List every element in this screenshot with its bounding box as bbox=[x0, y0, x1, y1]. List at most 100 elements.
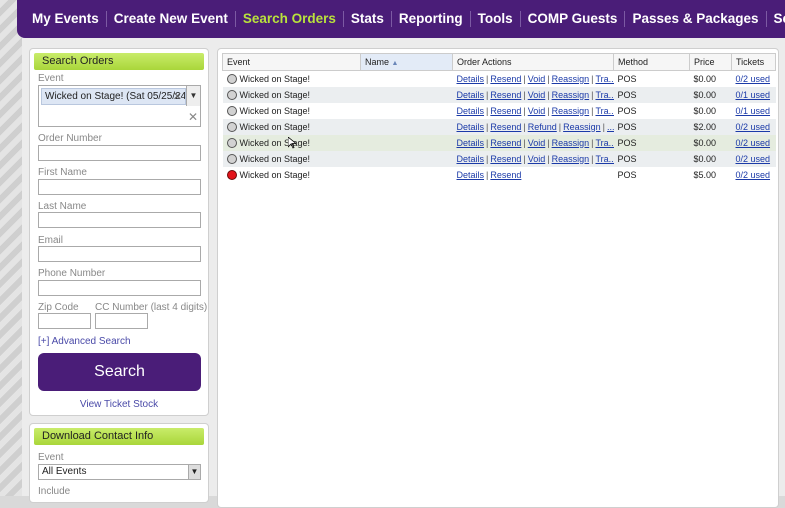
tickets-used-link[interactable]: 0/2 used bbox=[736, 74, 771, 84]
col-price[interactable]: Price bbox=[689, 53, 732, 71]
action-void-link[interactable]: Void bbox=[528, 90, 546, 100]
event-multiselect[interactable]: Wicked on Stage! (Sat 05/25/24 ✕ ▼ ✕ bbox=[38, 85, 201, 127]
download-event-label: Event bbox=[38, 452, 64, 463]
tickets-used-link[interactable]: 0/2 used bbox=[736, 154, 771, 164]
action-tra-link[interactable]: Tra... bbox=[595, 138, 613, 148]
action-resend-link[interactable]: Resend bbox=[490, 138, 521, 148]
col-order-actions[interactable]: Order Actions bbox=[452, 53, 614, 71]
action-details-link[interactable]: Details bbox=[457, 106, 485, 116]
search-button[interactable]: Search bbox=[38, 353, 201, 391]
cc-label: CC Number (last 4 digits) bbox=[95, 302, 208, 313]
include-label: Include bbox=[38, 486, 71, 497]
mouse-cursor-icon bbox=[288, 137, 296, 149]
event-name: Wicked on Stage! bbox=[239, 89, 311, 100]
panel-title: Search Orders bbox=[34, 53, 204, 70]
tickets-used-link[interactable]: 0/2 used bbox=[736, 122, 771, 132]
action-void-link[interactable]: Void bbox=[528, 106, 546, 116]
event-name: Wicked on Stage! bbox=[239, 153, 311, 164]
action-details-link[interactable]: Details bbox=[457, 170, 485, 180]
nav-item-search-orders[interactable]: Search Orders bbox=[236, 11, 344, 27]
table-row[interactable]: Wicked on Stage! Details | Resend | Void | Reas… bbox=[222, 134, 776, 151]
action-resend-link[interactable]: Resend bbox=[490, 170, 521, 180]
nav-item-stats[interactable]: Stats bbox=[344, 11, 392, 27]
action-details-link[interactable]: Details bbox=[457, 154, 485, 164]
tickets-used-link[interactable]: 0/1 used bbox=[736, 90, 771, 100]
email-field[interactable] bbox=[38, 246, 201, 262]
col-name[interactable]: Name ▲ bbox=[360, 53, 453, 71]
nav-item-comp-guests[interactable]: COMP Guests bbox=[521, 11, 626, 27]
action-tra-link[interactable]: Tra... bbox=[595, 154, 613, 164]
cell-event: Wicked on Stage! bbox=[222, 86, 361, 103]
cell-method: POS bbox=[617, 73, 637, 84]
nav-item-passes-packages[interactable]: Passes & Packages bbox=[625, 11, 767, 27]
action-resend-link[interactable]: Resend bbox=[490, 74, 521, 84]
dropdown-arrow-icon[interactable]: ▼ bbox=[186, 86, 200, 106]
action-void-link[interactable]: Void bbox=[528, 154, 546, 164]
action-tra-link[interactable]: Tra... bbox=[595, 74, 613, 84]
cc-field[interactable] bbox=[95, 313, 148, 329]
remove-chip-icon[interactable]: ✕ bbox=[173, 90, 182, 103]
cell-actions: Details|Resend|Void|Reassign|Tra... bbox=[452, 150, 614, 167]
orders-table: Event Name ▲ Order Actions Method Price … bbox=[222, 53, 776, 183]
action-details-link[interactable]: Details bbox=[457, 74, 485, 84]
action-void-link[interactable]: Void bbox=[528, 74, 546, 84]
first-name-label: First Name bbox=[38, 167, 87, 178]
action-tra-link[interactable]: Tra... bbox=[595, 106, 613, 116]
nav-item-reporting[interactable]: Reporting bbox=[392, 11, 471, 27]
clear-x-icon[interactable]: ✕ bbox=[188, 110, 198, 124]
advanced-search-link[interactable]: [+] Advanced Search bbox=[38, 336, 131, 347]
action-resend-link[interactable]: Resend bbox=[490, 122, 521, 132]
action-details-link[interactable]: Details bbox=[457, 90, 485, 100]
nav-item-tools[interactable]: Tools bbox=[471, 11, 521, 27]
table-row[interactable]: Wicked on Stage! Details | Resend | Void | Reas… bbox=[223, 71, 776, 87]
cell-price: $0.00 bbox=[689, 134, 732, 151]
action-resend-link[interactable]: Resend bbox=[490, 154, 521, 164]
order-number-label: Order Number bbox=[38, 133, 102, 144]
action-void-link[interactable]: Void bbox=[528, 138, 546, 148]
last-name-field[interactable] bbox=[38, 212, 201, 228]
download-event-select[interactable]: All Events ▼ bbox=[38, 464, 201, 480]
zip-field[interactable] bbox=[38, 313, 91, 329]
col-event[interactable]: Event bbox=[222, 53, 361, 71]
action-resend-link[interactable]: Resend bbox=[490, 90, 521, 100]
action-details-link[interactable]: Details bbox=[457, 122, 485, 132]
action-refund-link[interactable]: Refund bbox=[528, 122, 557, 132]
action-reassign-link[interactable]: Reassign bbox=[552, 154, 590, 164]
col-method[interactable]: Method bbox=[613, 53, 690, 71]
table-row[interactable]: Wicked on Stage! Details | Resend POS $5.00 0/… bbox=[223, 167, 776, 183]
action-reassign-link[interactable]: Reassign bbox=[552, 90, 590, 100]
nav-item-my-events[interactable]: My Events bbox=[25, 11, 107, 27]
table-row[interactable]: Wicked on Stage! Details | Resend | Refund | Re… bbox=[222, 118, 776, 135]
action--link[interactable]: ... bbox=[607, 122, 614, 132]
event-chip[interactable]: Wicked on Stage! (Sat 05/25/24 ✕ bbox=[41, 88, 186, 105]
cell-tickets: 0/2 used bbox=[731, 118, 776, 135]
action-reassign-link[interactable]: Reassign bbox=[552, 106, 590, 116]
table-row[interactable]: Wicked on Stage! Details | Resend | Void | Reas… bbox=[223, 103, 776, 119]
results-panel: Event Name ▲ Order Actions Method Price … bbox=[217, 48, 779, 508]
table-row[interactable]: Wicked on Stage! Details | Resend | Void | Reas… bbox=[222, 86, 776, 103]
tickets-used-link[interactable]: 0/1 used bbox=[736, 106, 771, 116]
table-row[interactable]: Wicked on Stage! Details | Resend | Void | Reas… bbox=[222, 150, 776, 167]
action-reassign-link[interactable]: Reassign bbox=[552, 74, 590, 84]
status-dot-icon bbox=[226, 169, 237, 180]
nav-item-create-new-event[interactable]: Create New Event bbox=[107, 11, 236, 27]
cell-price: $0.00 bbox=[689, 86, 732, 103]
tickets-used-link[interactable]: 0/2 used bbox=[736, 138, 771, 148]
tickets-used-link[interactable]: 0/2 used bbox=[736, 170, 771, 180]
cell-price: $5.00 bbox=[693, 169, 717, 180]
action-details-link[interactable]: Details bbox=[457, 138, 485, 148]
action-resend-link[interactable]: Resend bbox=[490, 106, 521, 116]
view-ticket-stock-link[interactable]: View Ticket Stock bbox=[30, 399, 208, 410]
first-name-field[interactable] bbox=[38, 179, 201, 195]
event-name: Wicked on Stage! bbox=[239, 169, 311, 180]
cell-actions: Details|Resend|Void|Reassign|Tra... bbox=[453, 71, 614, 87]
nav-item-seating-maps[interactable]: Seating Maps bbox=[767, 11, 785, 27]
event-name: Wicked on Stage! bbox=[239, 73, 311, 84]
status-dot-icon bbox=[226, 73, 237, 84]
action-tra-link[interactable]: Tra... bbox=[595, 90, 613, 100]
col-tickets[interactable]: Tickets bbox=[731, 53, 776, 71]
action-reassign-link[interactable]: Reassign bbox=[563, 122, 601, 132]
order-number-field[interactable] bbox=[38, 145, 201, 161]
action-reassign-link[interactable]: Reassign bbox=[552, 138, 590, 148]
phone-field[interactable] bbox=[38, 280, 201, 296]
